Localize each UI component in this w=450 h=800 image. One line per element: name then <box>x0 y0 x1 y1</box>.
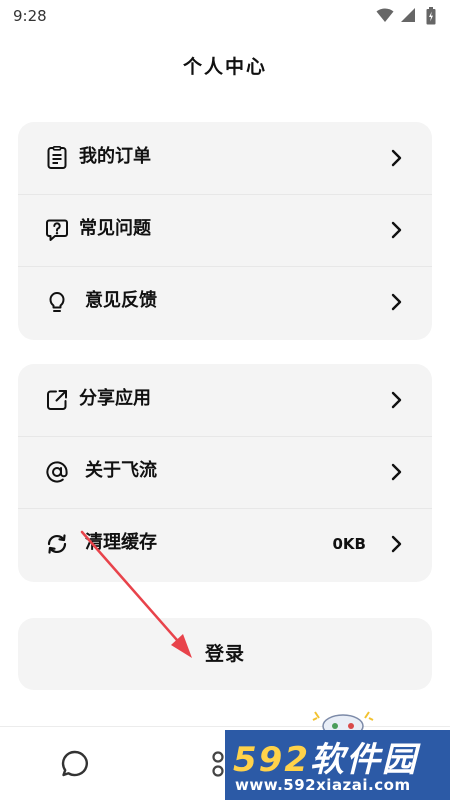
menu-card-app: 分享应用 关于飞流 清理缓存 0KB <box>18 364 432 582</box>
menu-item-label: 分享应用 <box>79 388 151 409</box>
site-watermark: 592软件园 www.592xiazai.com <box>225 700 450 800</box>
watermark-brand-digits: 592 <box>233 740 310 780</box>
order-list-icon <box>47 146 67 169</box>
share-icon <box>47 390 67 410</box>
chevron-right-icon <box>391 293 402 311</box>
signal-icon <box>401 8 415 22</box>
menu-item-clear-cache[interactable]: 清理缓存 0KB <box>18 508 432 580</box>
wifi-icon <box>376 8 394 22</box>
menu-item-orders[interactable]: 我的订单 <box>18 122 432 194</box>
at-sign-icon <box>46 461 68 483</box>
menu-item-label: 清理缓存 <box>85 532 157 553</box>
page-title: 个人中心 <box>182 56 267 78</box>
chevron-right-icon <box>391 535 402 553</box>
watermark-url: www.592xiazai.com <box>235 776 411 794</box>
watermark-banner: 592软件园 www.592xiazai.com <box>225 730 450 800</box>
faq-question-icon <box>46 219 68 241</box>
lightbulb-icon <box>49 292 65 312</box>
watermark-brand-text: 软件园 <box>309 740 418 780</box>
chevron-right-icon <box>391 149 402 167</box>
menu-item-share[interactable]: 分享应用 <box>18 364 432 436</box>
chevron-right-icon <box>391 463 402 481</box>
menu-item-feedback[interactable]: 意见反馈 <box>18 266 432 338</box>
chevron-right-icon <box>391 391 402 409</box>
watermark-brand: 592软件园 <box>233 732 418 781</box>
menu-item-label: 常见问题 <box>79 218 151 239</box>
menu-item-label: 我的订单 <box>79 146 151 167</box>
cache-size-value: 0KB <box>332 535 367 553</box>
chat-icon[interactable] <box>60 749 90 779</box>
refresh-icon <box>47 534 67 554</box>
menu-card-account: 我的订单 常见问题 意见反馈 <box>18 122 432 340</box>
chevron-right-icon <box>391 221 402 239</box>
menu-item-faq[interactable]: 常见问题 <box>18 194 432 266</box>
battery-icon <box>426 7 436 25</box>
status-bar: 9:28 <box>0 0 450 34</box>
status-time: 9:28 <box>13 7 47 25</box>
menu-item-about[interactable]: 关于飞流 <box>18 436 432 508</box>
menu-item-label: 意见反馈 <box>85 290 157 311</box>
menu-item-label: 关于飞流 <box>85 460 157 481</box>
login-button[interactable]: 登录 <box>18 618 432 690</box>
